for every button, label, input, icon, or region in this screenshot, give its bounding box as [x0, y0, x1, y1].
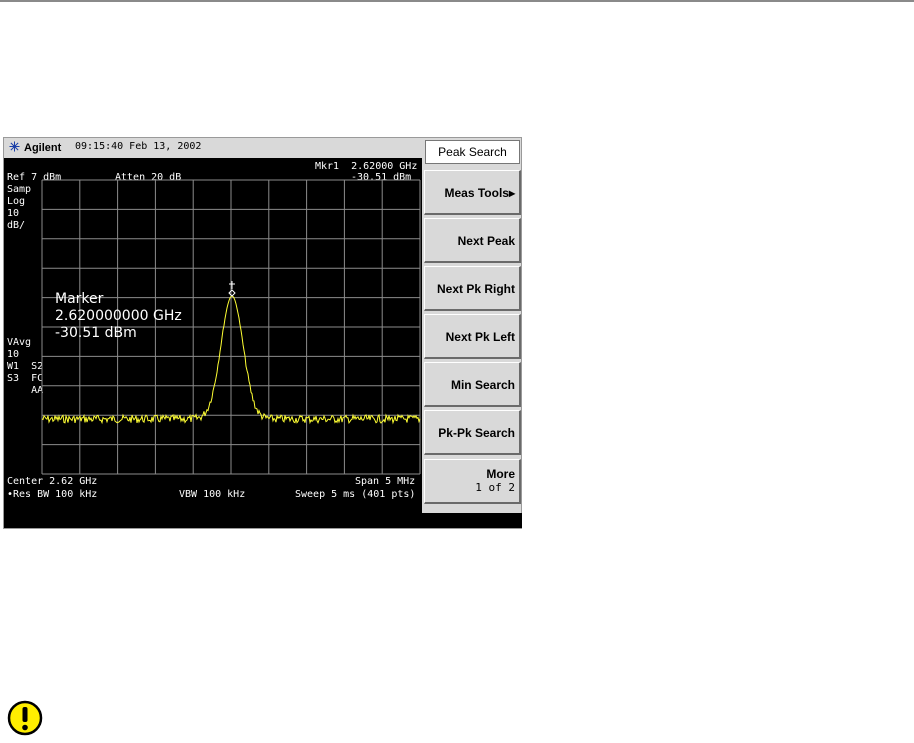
next-pk-left-label: Next Pk Left	[445, 330, 515, 344]
softkey-menu: Peak Search Meas Tools▸ Next Peak Next P…	[423, 138, 522, 513]
video-bandwidth: VBW 100 kHz	[179, 489, 246, 500]
next-pk-right-button[interactable]: Next Pk Right	[424, 266, 521, 311]
marker-readout-amplitude: -30.51 dBm	[55, 325, 137, 341]
next-pk-right-label: Next Pk Right	[436, 282, 515, 296]
more-button[interactable]: More 1 of 2	[424, 459, 521, 504]
resolution-bandwidth: •Res BW 100 kHz	[7, 489, 98, 500]
next-peak-label: Next Peak	[457, 234, 515, 248]
sweep-time: Sweep 5 ms (401 pts)	[295, 489, 416, 500]
spectrum-analyzer-display: Agilent 09:15:40 Feb 13, 2002 Mkr1 2.620…	[3, 137, 522, 529]
marker-readout: Marker 2.620000000 GHz -30.51 dBm	[55, 291, 182, 342]
more-page-indicator: 1 of 2	[475, 481, 515, 494]
more-label-group: More 1 of 2	[475, 467, 515, 495]
next-peak-button[interactable]: Next Peak	[424, 218, 521, 263]
more-label: More	[486, 467, 515, 481]
top-rule	[0, 0, 914, 2]
meas-tools-button[interactable]: Meas Tools▸	[424, 170, 521, 215]
date-time: 09:15:40 Feb 13, 2002	[75, 141, 202, 152]
status-bar	[4, 513, 522, 528]
caution-exclamation-icon	[7, 700, 43, 736]
spectrum-screen: Mkr1 2.62000 GHz Ref 7 dBm Atten 20 dB -…	[4, 158, 422, 514]
min-search-label: Min Search	[450, 378, 515, 392]
pk-pk-search-label: Pk-Pk Search	[438, 426, 515, 440]
menu-title-peak-search: Peak Search	[425, 140, 520, 164]
pk-pk-search-button[interactable]: Pk-Pk Search	[424, 410, 521, 455]
center-frequency: Center 2.62 GHz	[7, 476, 98, 487]
agilent-spark-icon	[9, 141, 20, 152]
brand-logo: Agilent	[9, 141, 61, 154]
frequency-span: Span 5 MHz	[355, 476, 416, 487]
marker-readout-title: Marker	[55, 291, 104, 307]
marker-symbol	[228, 281, 236, 297]
marker-readout-frequency: 2.620000000 GHz	[55, 308, 182, 324]
meas-tools-label: Meas Tools▸	[444, 186, 515, 200]
min-search-button[interactable]: Min Search	[424, 362, 521, 407]
brand-name: Agilent	[24, 142, 62, 154]
next-pk-left-button[interactable]: Next Pk Left	[424, 314, 521, 359]
display-header: Agilent 09:15:40 Feb 13, 2002	[4, 138, 423, 158]
